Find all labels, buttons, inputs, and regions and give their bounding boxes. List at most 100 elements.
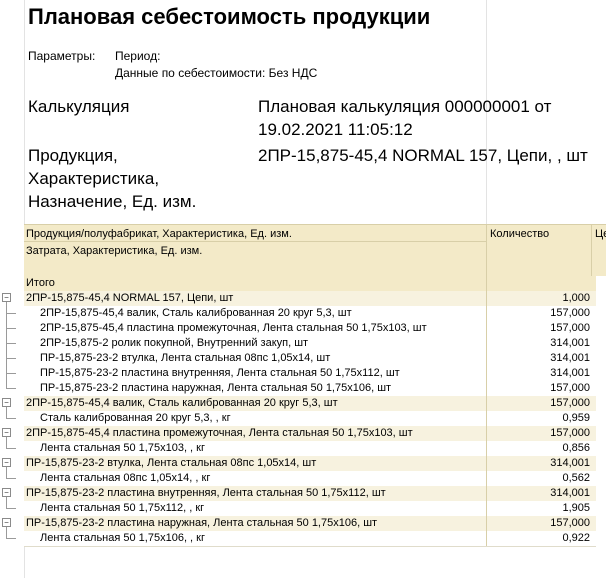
column-separator <box>486 291 487 306</box>
row-label: ПР-15,875-23-2 втулка, Лента стальная 08… <box>40 352 331 364</box>
tree-branch <box>6 358 16 359</box>
column-separator <box>486 486 487 501</box>
column-separator <box>486 501 487 516</box>
group-row[interactable]: 2ПР-15,875-45,4 валик, Сталь калиброванн… <box>24 396 596 412</box>
collapse-minus-icon[interactable]: − <box>2 398 11 407</box>
page-title: Плановая себестоимость продукции <box>28 4 431 29</box>
tree-gutter: − <box>0 426 24 448</box>
row-label: 2ПР-15,875-2 ролик покупной, Внутренний … <box>40 337 309 349</box>
tree-branch <box>6 538 16 539</box>
tree-branch <box>6 418 16 419</box>
total-row[interactable]: Итого <box>24 276 596 292</box>
row-label: ПР-15,875-23-2 пластина внутренняя, Лент… <box>26 487 386 499</box>
column-separator <box>486 276 487 291</box>
tree-gutter: − <box>0 291 24 388</box>
column-separator <box>486 381 487 396</box>
tree-gutter <box>0 411 24 426</box>
header-separator <box>486 225 487 276</box>
row-label: Сталь калиброванная 20 круг 5,3, , кг <box>40 412 231 424</box>
row-quantity: 314,001 <box>550 352 590 364</box>
group-row[interactable]: 2ПР-15,875-45,4 пластина промежуточная, … <box>24 426 596 442</box>
column-separator <box>486 411 487 426</box>
tree-gutter: − <box>0 456 24 478</box>
header-quantity: Количество <box>490 228 550 240</box>
tree-branch <box>6 478 16 479</box>
group-row[interactable]: ПР-15,875-23-2 пластина наружная, Лента … <box>24 516 596 532</box>
row-label: 2ПР-15,875-45,4 пластина промежуточная, … <box>40 322 427 334</box>
tree-gutter: − <box>0 486 24 508</box>
column-separator <box>486 366 487 381</box>
row-quantity: 314,001 <box>550 337 590 349</box>
product-value[interactable]: 2ПР-15,875-45,4 NORMAL 157, Цепи, , шт <box>258 144 606 167</box>
tree-branch <box>6 448 16 449</box>
table-row[interactable]: Лента стальная 08пс 1,05х14, , кг 0,562 <box>24 471 596 487</box>
tree-branch <box>6 373 16 374</box>
table-row[interactable]: 2ПР-15,875-45,4 валик, Сталь калиброванн… <box>24 306 596 322</box>
row-quantity: 314,001 <box>550 487 590 499</box>
row-label: 2ПР-15,875-45,4 пластина промежуточная, … <box>26 427 413 439</box>
row-quantity: 0,959 <box>562 412 590 424</box>
product-label: Продукция, Характеристика, Назначение, Е… <box>28 146 197 211</box>
period-label: Период: <box>115 49 161 63</box>
row-quantity: 0,856 <box>562 442 590 454</box>
table-row[interactable]: Лента стальная 50 1,75х103, , кг 0,856 <box>24 441 596 457</box>
table-row[interactable]: Лента стальная 50 1,75х112, , кг 1,905 <box>24 501 596 517</box>
row-quantity: 314,001 <box>550 367 590 379</box>
table-row[interactable]: 2ПР-15,875-2 ролик покупной, Внутренний … <box>24 336 596 352</box>
table-row[interactable]: ПР-15,875-23-2 втулка, Лента стальная 08… <box>24 351 596 367</box>
cost-data-label: Данные по себестоимости: Без НДС <box>115 66 318 80</box>
row-label: 2ПР-15,875-45,4 валик, Сталь калиброванн… <box>26 397 338 409</box>
group-row[interactable]: ПР-15,875-23-2 втулка, Лента стальная 08… <box>24 456 596 472</box>
row-label: Лента стальная 50 1,75х106, , кг <box>40 532 205 544</box>
row-quantity: 1,000 <box>562 292 590 304</box>
collapse-minus-icon[interactable]: − <box>2 428 11 437</box>
table-row[interactable]: Сталь калиброванная 20 круг 5,3, , кг 0,9… <box>24 411 596 427</box>
column-separator <box>486 321 487 336</box>
tree-gutter <box>0 336 24 351</box>
row-label: Лента стальная 08пс 1,05х14, , кг <box>40 472 211 484</box>
collapse-minus-icon[interactable]: − <box>2 518 11 527</box>
table-header: Продукция/полуфабрикат, Характеристика, … <box>24 224 606 276</box>
header-separator <box>591 225 592 276</box>
table-row[interactable]: ПР-15,875-23-2 пластина наружная, Лента … <box>24 381 596 397</box>
row-quantity: 157,000 <box>550 517 590 529</box>
group-row[interactable]: 2ПР-15,875-45,4 NORMAL 157, Цепи, шт 1,00… <box>24 291 596 307</box>
column-separator <box>486 336 487 351</box>
row-quantity: 1,905 <box>562 502 590 514</box>
column-separator <box>486 351 487 366</box>
tree-branch <box>6 343 16 344</box>
collapse-minus-icon[interactable]: − <box>2 488 11 497</box>
group-row[interactable]: ПР-15,875-23-2 пластина внутренняя, Лент… <box>24 486 596 502</box>
column-separator <box>486 441 487 456</box>
row-label: 2ПР-15,875-45,4 NORMAL 157, Цепи, шт <box>26 292 234 304</box>
header-product: Продукция/полуфабрикат, Характеристика, … <box>26 228 292 240</box>
column-separator <box>486 531 487 546</box>
tree-gutter <box>0 531 24 546</box>
collapse-minus-icon[interactable]: − <box>2 293 11 302</box>
table-row[interactable]: Лента стальная 50 1,75х106, , кг 0,922 <box>24 531 596 547</box>
column-separator <box>486 306 487 321</box>
tree-gutter <box>0 366 24 381</box>
column-separator <box>486 396 487 411</box>
column-separator <box>486 516 487 531</box>
table-row[interactable]: 2ПР-15,875-45,4 пластина промежуточная, … <box>24 321 596 337</box>
table-row[interactable]: ПР-15,875-23-2 пластина внутренняя, Лент… <box>24 366 596 382</box>
tree-branch <box>6 508 16 509</box>
column-separator <box>486 456 487 471</box>
tree-gutter <box>0 306 24 321</box>
row-quantity: 157,000 <box>550 382 590 394</box>
header-next-column: Це <box>595 228 606 240</box>
collapse-minus-icon[interactable]: − <box>2 458 11 467</box>
row-quantity: 157,000 <box>550 427 590 439</box>
row-label: ПР-15,875-23-2 пластина наружная, Лента … <box>40 382 392 394</box>
tree-branch <box>6 313 16 314</box>
calculation-value[interactable]: Плановая калькуляция 000000001 от 19.02.… <box>258 95 606 141</box>
row-label: ПР-15,875-23-2 пластина внутренняя, Лент… <box>40 367 400 379</box>
tree-gutter <box>0 441 24 456</box>
row-quantity: 157,000 <box>550 307 590 319</box>
tree-branch <box>6 328 16 329</box>
row-quantity: 0,562 <box>562 472 590 484</box>
row-quantity: 314,001 <box>550 457 590 469</box>
column-separator <box>486 426 487 441</box>
row-label: Лента стальная 50 1,75х112, , кг <box>40 502 205 514</box>
